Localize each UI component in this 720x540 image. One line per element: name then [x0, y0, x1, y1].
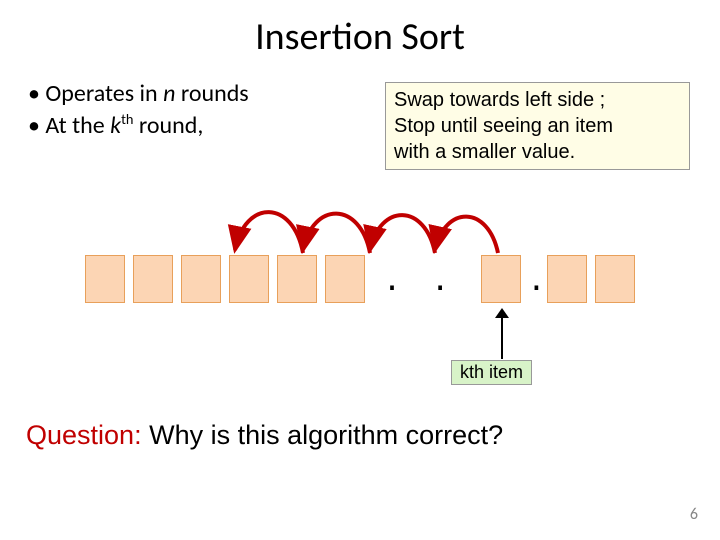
bullet-2: At the kth round, — [28, 110, 249, 142]
array-box — [325, 255, 365, 303]
note-box: Swap towards left side ; Stop until seei… — [385, 82, 690, 170]
bullet-1-pre: Operates in — [45, 79, 163, 108]
array-box-kth — [481, 255, 521, 303]
array-box — [229, 255, 269, 303]
bullet-2-pre: At the — [45, 111, 110, 140]
array-diagram: . . . . . — [85, 195, 645, 315]
note-line-3: with a smaller value. — [394, 141, 575, 163]
array-box — [547, 255, 587, 303]
question-label: Question: — [26, 420, 142, 450]
kth-arrow-icon — [484, 304, 524, 364]
bullet-1: Operates in n rounds — [28, 78, 249, 110]
bullet-list: Operates in n rounds At the kth round, — [28, 78, 249, 143]
array-box — [277, 255, 317, 303]
bullet-2-post: round, — [133, 111, 203, 140]
array-box — [133, 255, 173, 303]
page-number: 6 — [690, 505, 698, 524]
array-box — [595, 255, 635, 303]
note-line-1: Swap towards left side ; — [394, 89, 605, 111]
bullet-2-th: th — [121, 110, 133, 128]
bullet-1-n: n — [163, 79, 175, 108]
bullet-2-k: k — [110, 111, 121, 140]
array-box — [85, 255, 125, 303]
note-line-2: Stop until seeing an item — [394, 115, 613, 137]
question-body: Why is this algorithm correct? — [142, 420, 504, 450]
question-text: Question: Why is this algorithm correct? — [26, 420, 503, 451]
kth-item-label: kth item — [451, 360, 532, 385]
array-box — [181, 255, 221, 303]
slide-title: Insertion Sort — [0, 0, 720, 60]
bullet-1-post: rounds — [175, 79, 248, 108]
